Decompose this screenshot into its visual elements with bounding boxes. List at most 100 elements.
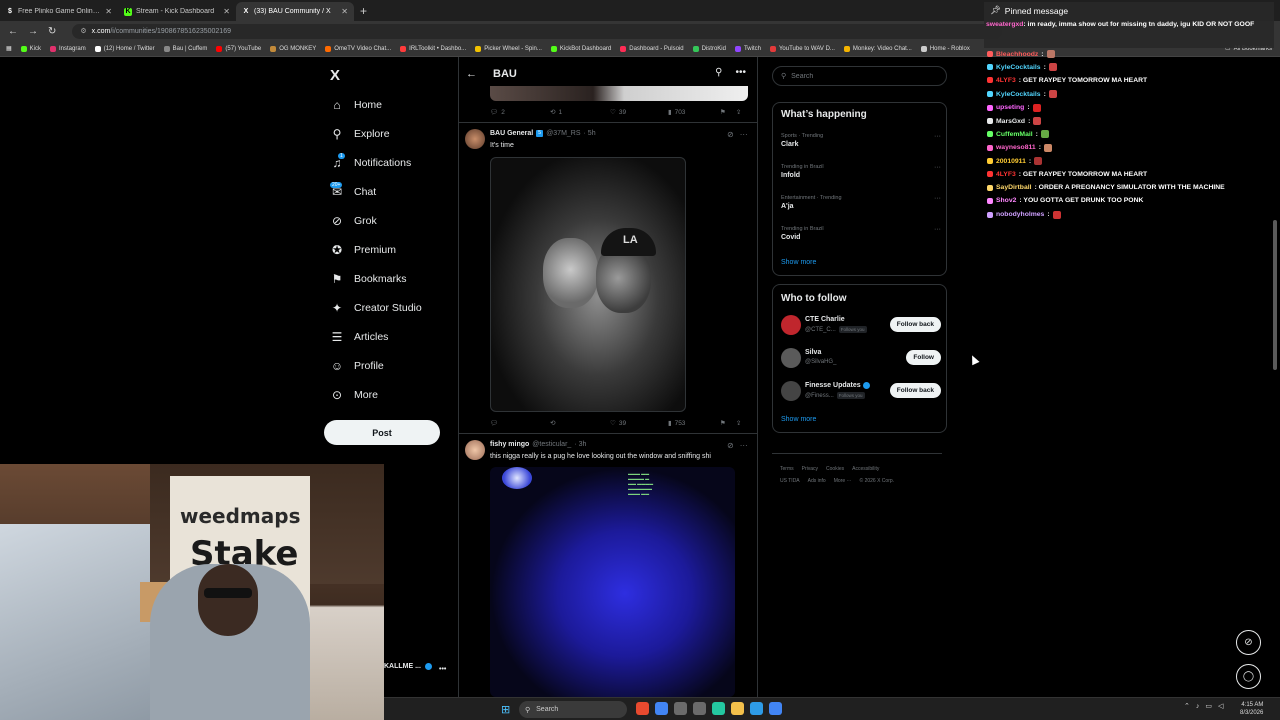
chat-username[interactable]: nobodyholmes — [996, 211, 1044, 218]
more-icon[interactable]: ··· — [934, 226, 941, 233]
show-more-link[interactable]: Show more — [781, 259, 816, 266]
chevron-up-icon[interactable]: ⌃ — [1184, 702, 1190, 710]
more-icon[interactable]: ••• — [735, 67, 746, 78]
bookmark[interactable]: Dashboard - Pulsoid — [620, 45, 684, 52]
footer-link[interactable]: US TIDA — [780, 478, 800, 484]
trend-item[interactable]: Trending in Brazil Infold ··· — [781, 164, 941, 179]
chat-username[interactable]: Shov2 — [996, 197, 1016, 204]
chat-username[interactable]: 20010911 — [996, 158, 1026, 165]
nav-premium[interactable]: ✪ Premium — [330, 235, 460, 264]
mic-icon[interactable]: ♪ — [1196, 703, 1200, 710]
tweet-time[interactable]: · 3h — [574, 441, 586, 448]
bookmark[interactable]: (57) YouTube — [216, 45, 261, 52]
chat-float-button[interactable]: ◯ — [1236, 664, 1261, 689]
nav-chat[interactable]: ✉ 20+ Chat — [330, 177, 460, 206]
bookmark[interactable]: Monkey: Video Chat... — [843, 45, 912, 52]
footer-link[interactable]: Ads info — [808, 478, 826, 484]
tweet-author[interactable]: BAU General — [490, 130, 533, 137]
trend-item[interactable]: Entertainment · Trending A'ja ··· — [781, 195, 941, 210]
share-icon[interactable]: ⇪ — [736, 419, 741, 427]
chat-username[interactable]: Bleachhoodz — [996, 51, 1038, 58]
x-logo-icon[interactable]: X — [330, 67, 340, 84]
footer-link[interactable]: Terms — [780, 466, 794, 472]
bookmark[interactable]: DistroKid — [692, 45, 726, 52]
more-icon[interactable]: ··· — [740, 441, 748, 450]
url-field[interactable]: ⚙ x.com/i/communities/190867851623500216… — [72, 23, 1003, 39]
bookmark[interactable]: OmeTV Video Chat... — [325, 45, 391, 52]
nav-articles[interactable]: ☰ Articles — [330, 323, 460, 352]
taskbar-app-icon[interactable] — [655, 702, 668, 715]
scrollbar-thumb[interactable] — [1273, 220, 1277, 370]
taskbar-app-icon[interactable] — [693, 702, 706, 715]
grok-float-button[interactable]: ⊘ — [1236, 630, 1261, 655]
close-icon[interactable]: ✕ — [105, 7, 112, 16]
reply-button[interactable]: 💬︎ 2 — [490, 108, 550, 117]
network-icon[interactable]: ▭ — [1205, 702, 1212, 710]
like-button[interactable]: ♡ 39 — [610, 108, 668, 117]
nav-explore[interactable]: ⚲ Explore — [330, 119, 460, 148]
bookmark[interactable]: Picker Wheel - Spin... — [475, 45, 542, 52]
search-field[interactable]: ⚲ — [772, 66, 947, 86]
repost-button[interactable]: ⟲ 1 — [550, 108, 610, 117]
taskbar-clock[interactable]: 4:15 AM 8/3/2026 — [1240, 701, 1263, 717]
taskbar-app-icon[interactable] — [731, 702, 744, 715]
more-icon[interactable]: ··· — [934, 133, 941, 140]
search-icon[interactable]: ⚲ — [715, 67, 722, 78]
nav-profile[interactable]: ☺ Profile — [330, 352, 460, 381]
page-scrollbar[interactable] — [1273, 60, 1278, 700]
more-icon[interactable]: ••• — [439, 666, 446, 673]
previous-tweet-media[interactable] — [490, 86, 748, 101]
follow-back-button[interactable]: Follow back — [889, 383, 941, 398]
post-button[interactable]: Post — [324, 420, 440, 445]
close-icon[interactable]: ✕ — [223, 7, 230, 16]
avatar[interactable] — [465, 129, 485, 149]
chat-username[interactable]: 4LYF3 — [996, 171, 1016, 178]
tab-bau-community[interactable]: X (33) BAU Community / X ✕ — [236, 2, 354, 21]
bookmark-icon[interactable]: ⚑ — [720, 108, 726, 116]
bookmark[interactable]: Bau | Cuffem — [163, 45, 207, 52]
chat-username[interactable]: SayDirtball — [996, 184, 1032, 191]
bookmark[interactable]: KickBot Dashboard — [550, 45, 611, 52]
close-icon[interactable]: ✕ — [341, 7, 348, 16]
bookmark[interactable]: Instagram — [50, 45, 86, 52]
new-tab-icon[interactable]: + — [360, 4, 367, 18]
avatar[interactable] — [781, 348, 801, 368]
taskbar-app-icon[interactable] — [674, 702, 687, 715]
nav-more[interactable]: ⊙ More — [330, 381, 460, 410]
follow-suggestion[interactable]: Finesse Updates @Finess... Follows you Fo… — [781, 381, 941, 403]
tweet-time[interactable]: · 5h — [584, 130, 596, 137]
share-icon[interactable]: ⇪ — [736, 108, 741, 116]
views-button[interactable]: ▮ 703 — [668, 108, 720, 117]
tab-plinko[interactable]: $ Free Plinko Game Online - Play ✕ — [0, 2, 118, 21]
tweet-handle[interactable]: @testicular_ — [532, 441, 571, 448]
show-more-link[interactable]: Show more — [781, 416, 816, 423]
chat-username[interactable]: CuffemMail — [996, 131, 1033, 138]
bookmark[interactable]: OG MONKEY — [270, 45, 316, 52]
search-input[interactable] — [791, 72, 932, 80]
more-icon[interactable]: ··· — [934, 195, 941, 202]
repost-button[interactable]: ⟲ — [550, 419, 610, 427]
more-icon[interactable]: ··· — [740, 130, 748, 139]
site-info-icon[interactable]: ⚙ — [80, 27, 86, 35]
more-icon[interactable]: ··· — [934, 164, 941, 171]
tweet-author[interactable]: fishy mingo — [490, 441, 529, 448]
trend-item[interactable]: Sports · Trending Clark ··· — [781, 133, 941, 148]
chat-username[interactable]: KyleCocktails — [996, 91, 1041, 98]
follow-button[interactable]: Follow — [906, 350, 941, 365]
taskbar-app-icon[interactable] — [636, 702, 649, 715]
windows-start-icon[interactable]: ⊞ — [501, 703, 510, 716]
nav-creator-studio[interactable]: ✦ Creator Studio — [330, 294, 460, 323]
bookmark[interactable]: IRLToolkit • Dashbo... — [400, 45, 466, 52]
bookmark[interactable]: (12) Home / Twitter — [94, 45, 155, 52]
bookmark[interactable]: Kick — [20, 45, 41, 52]
chat-username[interactable]: 4LYF3 — [996, 77, 1016, 84]
follow-back-button[interactable]: Follow back — [889, 317, 941, 332]
apps-grid-icon[interactable]: ▦ — [6, 45, 12, 52]
taskbar-search[interactable]: ⚲ Search — [519, 701, 627, 718]
chat-username[interactable]: KyleCocktails — [996, 64, 1041, 71]
chat-username[interactable]: upseting — [996, 104, 1024, 111]
avatar[interactable] — [781, 315, 801, 335]
back-arrow-icon[interactable]: ← — [466, 68, 477, 80]
taskbar-app-icon[interactable] — [769, 702, 782, 715]
forward-icon[interactable]: → — [28, 26, 38, 37]
